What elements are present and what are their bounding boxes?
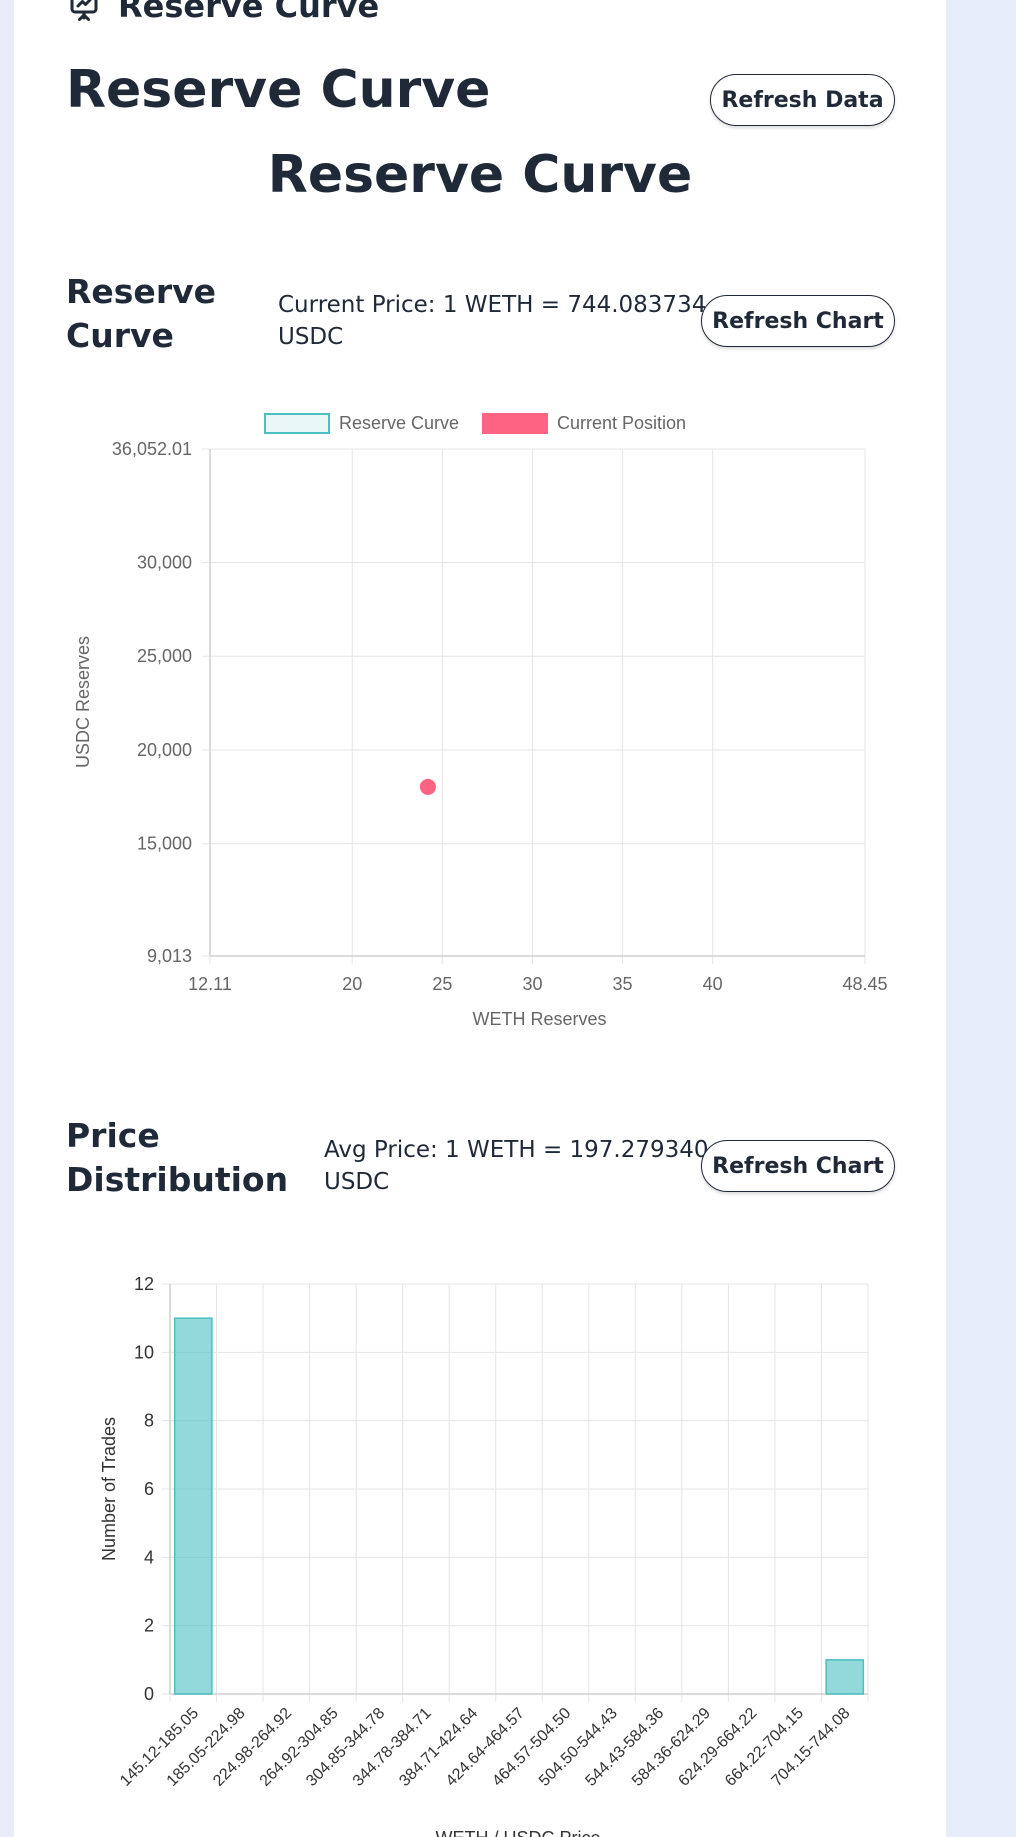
current-position-point: [419, 778, 436, 795]
distribution-title-line2: Distribution: [66, 1160, 289, 1199]
x-tick-label: 12.11: [188, 974, 232, 994]
reserve-section-title: Reserve Curve: [66, 270, 216, 358]
y-tick-label: 15,000: [137, 834, 192, 854]
legend-label-current-position: Current Position: [557, 413, 686, 433]
y-tick-label: 30,000: [137, 552, 192, 572]
y-tick-label: 0: [144, 1684, 154, 1704]
legend-swatch-current-position: [482, 413, 548, 434]
avg-price-text: Avg Price: 1 WETH = 197.279340 USDC: [324, 1134, 709, 1198]
y-tick-label: 8: [144, 1411, 154, 1431]
x-tick-label: 20: [342, 974, 362, 994]
distribution-title-line1: Price: [66, 1116, 160, 1155]
y-tick-label: 10: [134, 1342, 154, 1362]
y-tick-label: 20,000: [137, 740, 192, 760]
header-title: Reserve Curve: [118, 0, 380, 25]
page-title: Reserve Curve: [66, 60, 491, 120]
current-price-line2: USDC: [278, 324, 344, 350]
histogram-bar: [825, 1659, 865, 1695]
legend-swatch-reserve-curve: [264, 413, 330, 434]
y-tick-label: 25,000: [137, 646, 192, 666]
x-tick-label: 30: [522, 974, 542, 994]
chart-page-title: Reserve Curve: [267, 145, 693, 205]
refresh-distribution-chart-button[interactable]: Refresh Chart: [701, 1140, 895, 1192]
reserve-curve-chart: 12.11 20 25 30 35 40 48.45 36,052.01 30,000 25,00…: [73, 413, 888, 1029]
y-tick-label: 6: [144, 1479, 154, 1499]
reserve-title-line1: Reserve: [66, 272, 216, 311]
x-axis-title: WETH Reserves: [472, 1009, 606, 1029]
x-axis-title: WETH / USDC Price: [435, 1828, 600, 1837]
avg-price-line1: Avg Price: 1 WETH = 197.279340: [324, 1137, 709, 1163]
y-tick-label: 2: [144, 1616, 154, 1636]
refresh-reserve-chart-button[interactable]: Refresh Chart: [701, 295, 895, 347]
y-axis-title: Number of Trades: [99, 1417, 119, 1561]
x-tick-label: 145.12-185.05: [117, 1705, 202, 1790]
y-tick-label: 4: [144, 1547, 154, 1567]
x-tick-label: 35: [613, 974, 633, 994]
current-price-line1: Current Price: 1 WETH = 744.083734: [278, 292, 707, 318]
refresh-data-button[interactable]: Refresh Data: [710, 74, 895, 126]
app-header: Reserve Curve: [66, 0, 379, 26]
avg-price-line2: USDC: [324, 1169, 390, 1195]
distribution-section-title: Price Distribution: [66, 1114, 288, 1202]
legend-label-reserve-curve: Reserve Curve: [339, 413, 459, 433]
y-tick-label: 36,052.01: [112, 439, 192, 459]
y-tick-label: 9,013: [147, 946, 192, 966]
y-tick-label: 12: [134, 1274, 154, 1294]
current-price-text: Current Price: 1 WETH = 744.083734 USDC: [278, 289, 706, 353]
presentation-chart-icon: [66, 0, 102, 24]
reserve-title-line2: Curve: [66, 316, 174, 355]
x-tick-label: 40: [703, 974, 723, 994]
histogram-bar: [173, 1317, 213, 1695]
price-distribution-chart: 024681012145.12-185.05185.05-224.98224.9…: [99, 1274, 869, 1837]
x-tick-label: 25: [432, 974, 452, 994]
x-tick-label: 48.45: [842, 974, 887, 994]
y-axis-title: USDC Reserves: [73, 636, 93, 768]
